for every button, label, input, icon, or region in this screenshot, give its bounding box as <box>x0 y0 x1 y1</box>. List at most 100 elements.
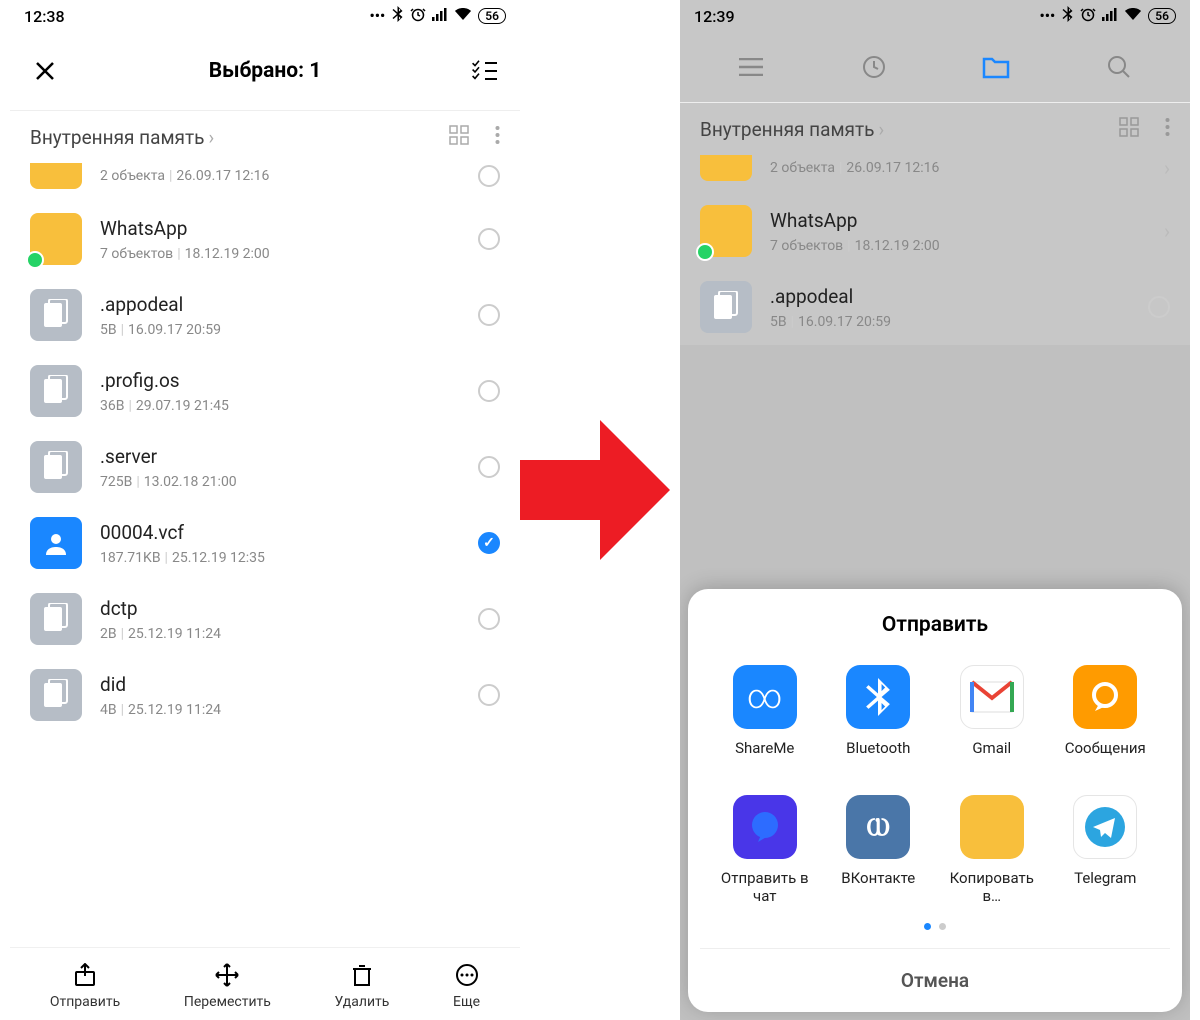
battery-level: 56 <box>478 8 506 24</box>
move-button[interactable]: Переместить <box>184 962 271 1010</box>
file-name: WhatsApp <box>100 217 460 240</box>
whatsapp-badge-icon <box>26 251 44 269</box>
more-horiz-icon <box>454 962 480 988</box>
file-info: 2 объекта|26.09.17 12:16 <box>100 168 460 184</box>
select-radio[interactable] <box>478 532 500 554</box>
page-dot <box>924 923 931 930</box>
select-radio[interactable] <box>478 608 500 630</box>
folder-icon <box>700 155 752 181</box>
breadcrumb-row: Внутренняя память › <box>10 110 520 163</box>
file-row[interactable]: .appodeal 5B|16.09.17 20:59 <box>10 277 520 353</box>
share-option[interactable]: Bluetooth <box>826 665 932 775</box>
doc-icon <box>700 281 752 333</box>
file-name: .appodeal <box>100 293 460 316</box>
more-button[interactable]: Еще <box>453 962 480 1010</box>
share-option[interactable]: Gmail <box>939 665 1045 775</box>
file-row[interactable]: .appodeal 5B|16.09.17 20:59 <box>680 269 1190 345</box>
file-row[interactable]: WhatsApp 7 объектов|18.12.19 2:00 › <box>680 193 1190 269</box>
wifi-icon <box>1124 7 1142 25</box>
file-row[interactable]: .profig.os 36B|29.07.19 21:45 <box>10 353 520 429</box>
file-row[interactable]: 2 объекта|26.09.17 12:16 <box>10 163 520 201</box>
cancel-button[interactable]: Отмена <box>700 948 1170 1012</box>
file-info: WhatsApp 7 объектов|18.12.19 2:00 <box>100 217 460 262</box>
more-icon: ••• <box>370 7 386 25</box>
share-option[interactable]: ∞ ShareMe <box>712 665 818 775</box>
select-radio[interactable] <box>478 456 500 478</box>
close-icon[interactable] <box>30 56 60 86</box>
breadcrumb-label: Внутренняя память <box>30 126 204 149</box>
share-option[interactable]: Сообщения <box>1053 665 1159 775</box>
file-name: .server <box>100 445 460 468</box>
chevron-right-icon: › <box>1164 219 1170 243</box>
share-option-label: ShareMe <box>735 739 794 775</box>
file-row[interactable]: 00004.vcf 187.71KB|25.12.19 12:35 <box>10 505 520 581</box>
share-option-label: ВКонтакте <box>841 869 915 905</box>
share-option[interactable]: Telegram <box>1053 795 1159 905</box>
share-option-label: Сообщения <box>1065 739 1146 775</box>
selection-header: Выбрано: 1 <box>10 32 520 110</box>
folder-icon <box>30 163 82 189</box>
select-radio[interactable] <box>478 228 500 250</box>
file-row[interactable]: .server 725B|13.02.18 21:00 <box>10 429 520 505</box>
file-info: .profig.os 36B|29.07.19 21:45 <box>100 369 460 414</box>
breadcrumb[interactable]: Внутренняя память › <box>700 118 884 141</box>
search-icon[interactable] <box>1104 52 1134 82</box>
top-nav <box>680 32 1190 102</box>
file-row[interactable]: did 4B|25.12.19 11:24 <box>10 657 520 733</box>
select-radio[interactable] <box>478 304 500 326</box>
select-radio[interactable] <box>478 684 500 706</box>
file-meta: 2B|25.12.19 11:24 <box>100 626 460 642</box>
whatsapp-badge-icon <box>696 243 714 261</box>
file-row[interactable]: dctp 2B|25.12.19 11:24 <box>10 581 520 657</box>
breadcrumb[interactable]: Внутренняя память › <box>30 126 214 149</box>
more-vert-icon[interactable] <box>1165 117 1170 141</box>
doc-icon <box>30 289 82 341</box>
folder-tab-icon[interactable] <box>981 52 1011 82</box>
app-icon: ∞ <box>733 665 797 729</box>
select-radio[interactable] <box>1148 296 1170 318</box>
file-info: .appodeal 5B|16.09.17 20:59 <box>100 293 460 338</box>
phone-right: 12:39 ••• 56 Внутренняя память › <box>680 0 1190 1020</box>
app-icon <box>846 665 910 729</box>
app-icon <box>733 795 797 859</box>
recent-icon[interactable] <box>859 52 889 82</box>
file-list: 2 объекта|26.09.17 12:16 WhatsApp 7 объе… <box>10 163 520 733</box>
app-icon <box>1073 795 1137 859</box>
share-option-label: Копировать в… <box>939 869 1045 905</box>
share-option-label: Bluetooth <box>846 739 910 775</box>
breadcrumb-label: Внутренняя память <box>700 118 874 141</box>
file-row[interactable]: WhatsApp 7 объектов|18.12.19 2:00 <box>10 201 520 277</box>
menu-icon[interactable] <box>736 52 766 82</box>
grid-view-icon[interactable] <box>1119 117 1139 141</box>
share-option[interactable]: Отправить в чат <box>712 795 818 905</box>
file-meta: 7 объектов|18.12.19 2:00 <box>770 238 1146 254</box>
file-row[interactable]: 2 объекта|26.09.17 12:16 › <box>680 155 1190 193</box>
send-label: Отправить <box>50 994 120 1010</box>
more-vert-icon[interactable] <box>495 125 500 149</box>
breadcrumb-row: Внутренняя память › <box>680 102 1190 155</box>
doc-icon <box>30 593 82 645</box>
vcf-icon <box>30 517 82 569</box>
delete-button[interactable]: Удалить <box>335 962 390 1010</box>
status-bar: 12:38 ••• 56 <box>10 0 520 32</box>
app-icon: Ⲱ <box>846 795 910 859</box>
signal-icon <box>432 7 448 25</box>
status-time: 12:38 <box>24 7 65 26</box>
select-radio[interactable] <box>478 165 500 187</box>
signal-icon <box>1102 7 1118 25</box>
doc-icon <box>30 365 82 417</box>
file-name: 00004.vcf <box>100 521 460 544</box>
status-bar: 12:39 ••• 56 <box>680 0 1190 32</box>
battery-level: 56 <box>1148 8 1176 24</box>
share-option[interactable]: Ⲱ ВКонтакте <box>826 795 932 905</box>
file-name: dctp <box>100 597 460 620</box>
select-radio[interactable] <box>478 380 500 402</box>
file-name: .profig.os <box>100 369 460 392</box>
bluetooth-icon <box>391 6 404 26</box>
select-all-icon[interactable] <box>470 56 500 86</box>
file-meta: 36B|29.07.19 21:45 <box>100 398 460 414</box>
send-button[interactable]: Отправить <box>50 962 120 1010</box>
folder-icon <box>30 213 82 265</box>
share-option[interactable]: Копировать в… <box>939 795 1045 905</box>
grid-view-icon[interactable] <box>449 125 469 149</box>
